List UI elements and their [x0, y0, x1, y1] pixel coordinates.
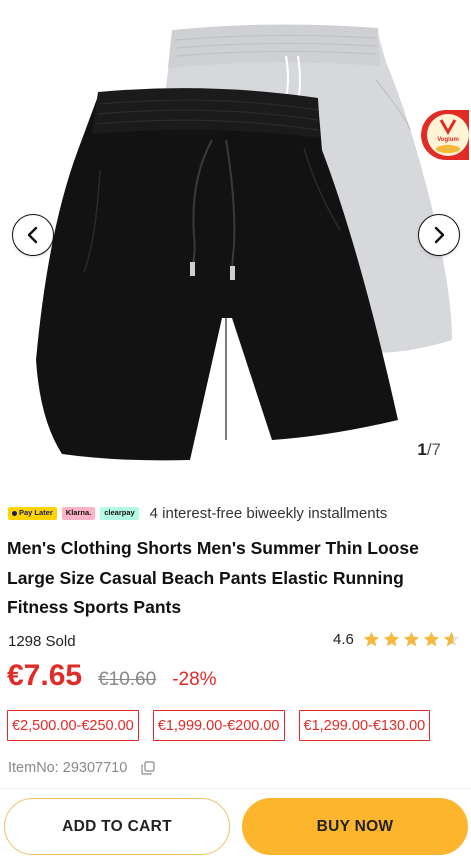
klarna-logo: Klarna. — [61, 506, 96, 520]
star-icon — [383, 631, 399, 647]
image-counter-current: 1 — [417, 440, 427, 459]
installment-text: 4 interest-free biweekly installments — [149, 504, 388, 522]
item-number: ItemNo: 29307710 — [8, 760, 155, 776]
sold-count: 1298 Sold — [8, 633, 76, 650]
star-icon — [363, 631, 379, 647]
image-counter: 1/7 — [417, 440, 441, 460]
clearpay-logo: clearpay — [100, 506, 139, 520]
rating-stars — [363, 631, 460, 648]
paylater-label: Pay Later — [19, 508, 53, 518]
image-counter-total: /7 — [426, 440, 441, 459]
promo-badge-icon[interactable]: Vogium — [421, 108, 471, 162]
divider — [0, 788, 471, 789]
star-icon — [423, 631, 439, 647]
rating-value: 4.6 — [333, 631, 354, 648]
item-number-text: ItemNo: 29307710 — [8, 760, 128, 776]
coupon-tag[interactable]: €2,500.00-€250.00 — [7, 710, 139, 741]
installment-payment-row[interactable]: Pay Later Klarna. clearpay 4 interest-fr… — [8, 503, 387, 523]
product-image — [36, 24, 452, 461]
chevron-right-icon — [434, 226, 445, 244]
coupon-tag[interactable]: €1,299.00-€130.00 — [298, 710, 431, 741]
star-icon — [443, 631, 459, 647]
add-to-cart-button[interactable]: ADD TO CART — [4, 798, 230, 855]
current-price: €7.65 — [7, 659, 83, 692]
copy-icon[interactable] — [141, 761, 155, 775]
chevron-left-icon — [27, 226, 38, 244]
coupon-tag[interactable]: €1,999.00-€200.00 — [152, 710, 285, 741]
buy-now-button[interactable]: BUY NOW — [242, 798, 468, 855]
previous-image-button[interactable] — [12, 214, 54, 256]
discount-percent: -28% — [172, 669, 217, 690]
paylater-logo: Pay Later — [8, 506, 57, 520]
product-title: Men's Clothing Shorts Men's Summer Thin … — [7, 538, 419, 617]
price-row: €7.65 €10.60 -28% — [7, 659, 217, 695]
original-price: €10.60 — [98, 669, 157, 690]
product-rating[interactable]: 4.6 — [333, 631, 460, 648]
product-image-gallery[interactable]: Vogium 1/7 — [0, 0, 471, 476]
promo-badge-text: Vogium — [437, 137, 459, 143]
star-icon — [403, 631, 419, 647]
next-image-button[interactable] — [418, 214, 460, 256]
coupon-list: €2,500.00-€250.00 €1,999.00-€200.00 €1,2… — [7, 710, 431, 741]
